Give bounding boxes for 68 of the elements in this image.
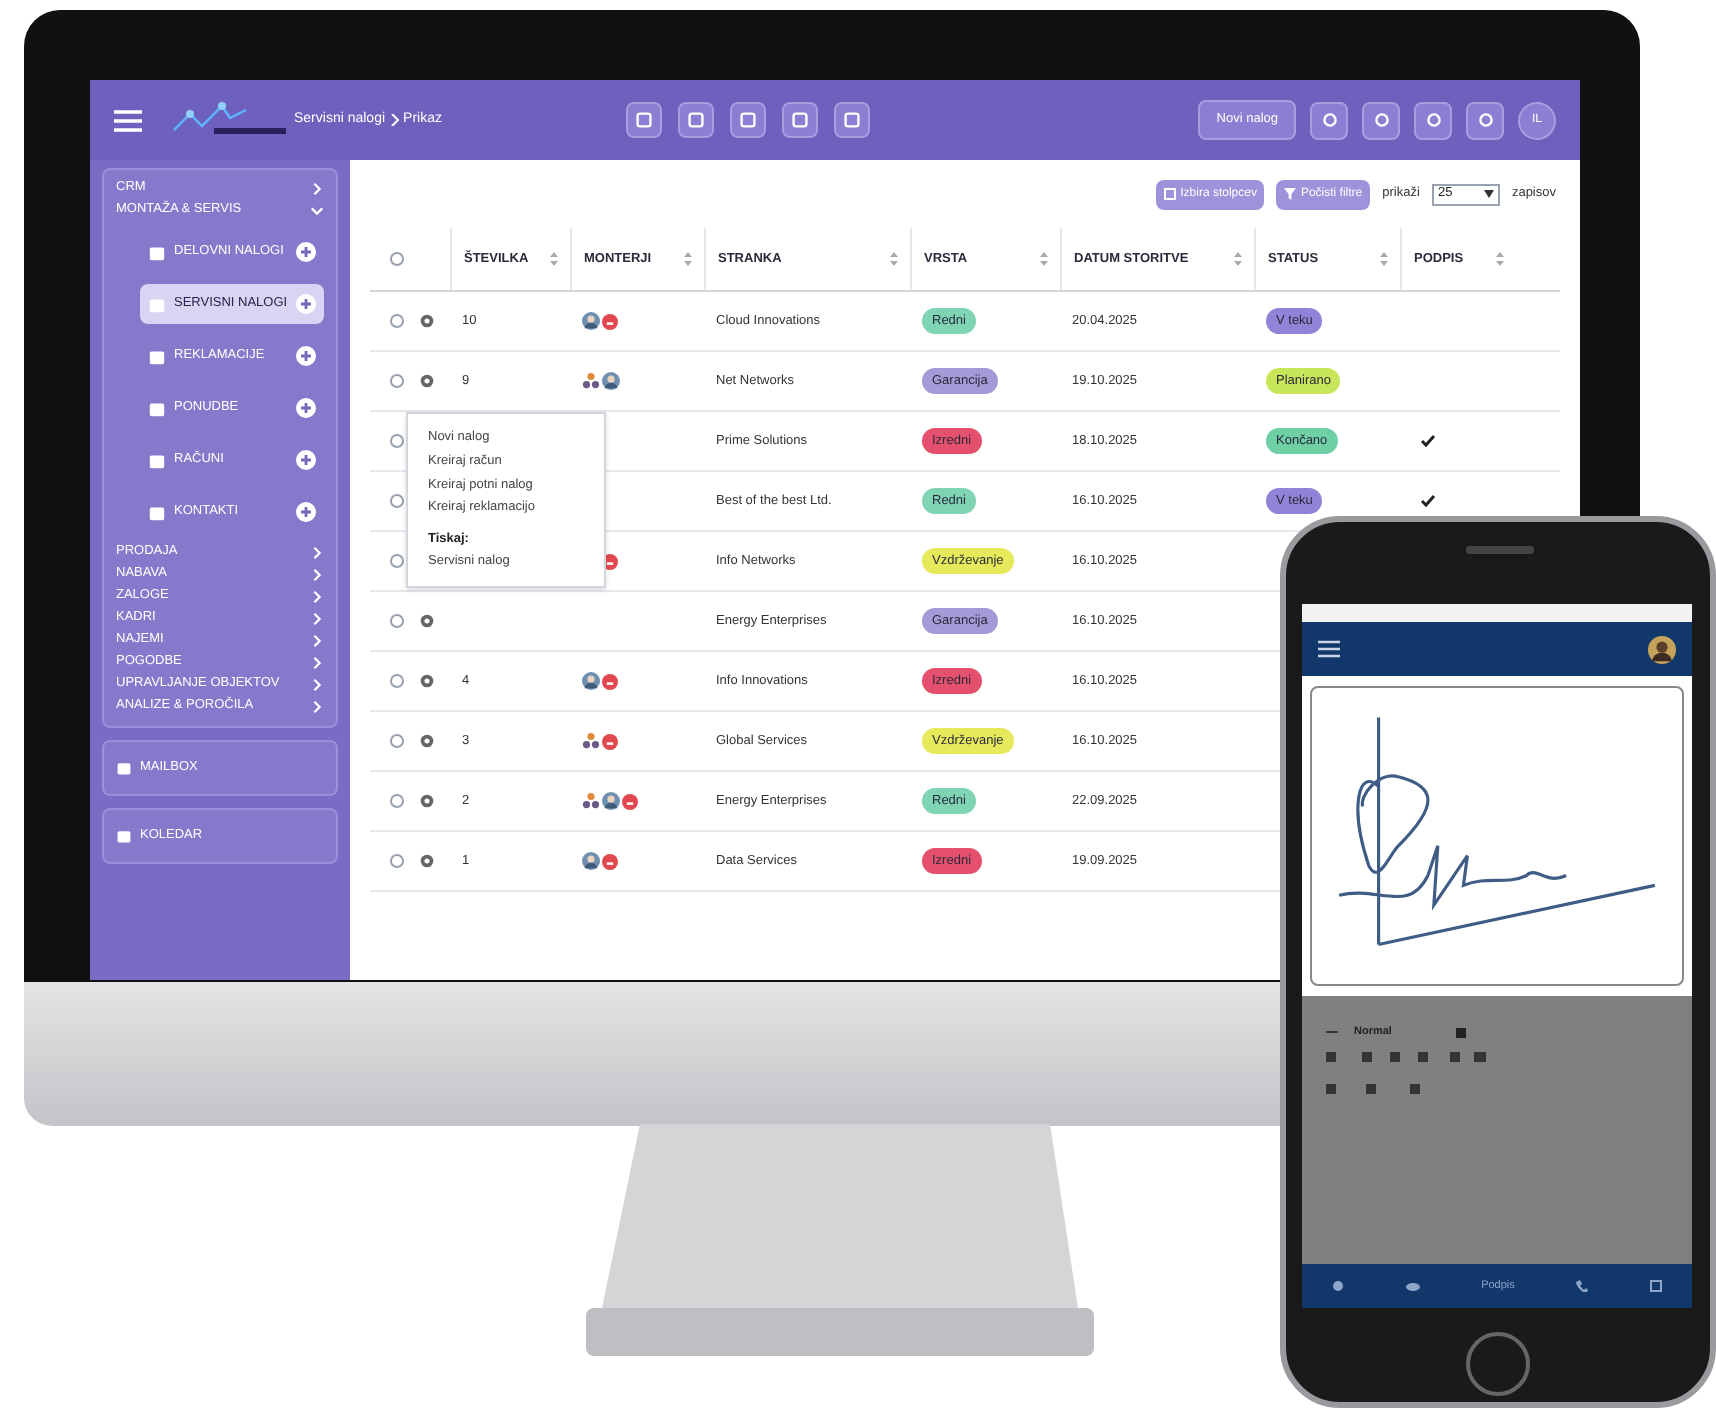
eye-icon[interactable] [1405,1281,1420,1291]
header-icon-button[interactable] [1466,101,1504,139]
chevron-right-icon [389,114,400,126]
people-icon [582,732,600,750]
sort-icon [1380,252,1388,266]
checkbox[interactable] [390,494,404,508]
avatar-icon[interactable] [1648,635,1676,663]
settings-icon[interactable] [420,734,434,748]
sort-icon [684,252,692,266]
sort-icon [890,252,898,266]
toolbar-button[interactable] [833,102,870,138]
header-icon-button[interactable] [1310,101,1348,139]
checkbox[interactable] [390,434,404,448]
checkbox[interactable] [390,252,404,266]
plus-icon[interactable] [296,398,316,418]
round-badge-icon [602,313,618,329]
settings-icon[interactable] [420,614,434,628]
avatar-icon [582,852,600,870]
caret-icon [1483,190,1494,198]
people-icon [582,372,600,390]
checkbox[interactable] [390,374,404,388]
menu-icon[interactable] [1318,640,1340,658]
plus-icon[interactable] [296,346,316,366]
phone-speaker [1466,546,1534,554]
header-icon-button[interactable] [1362,101,1400,139]
funnel-icon [1284,188,1297,200]
checkbox[interactable] [390,614,404,628]
settings-icon[interactable] [420,794,434,808]
sort-icon [1496,252,1504,266]
toolbar-button[interactable] [625,102,662,138]
checkbox[interactable] [390,794,404,808]
phone-icon[interactable] [1576,1280,1589,1292]
avatar-icon [602,372,620,390]
checkbox[interactable] [390,554,404,568]
round-badge-icon [602,853,618,869]
round-badge-icon [602,733,618,749]
settings-icon[interactable] [420,854,434,868]
people-icon [582,792,600,810]
plus-icon[interactable] [296,450,316,470]
settings-icon[interactable] [420,314,434,328]
sort-icon [1234,252,1242,266]
wrench-icon [148,295,166,313]
chevron-down-icon[interactable] [310,204,324,218]
toolbar-button[interactable] [677,102,714,138]
checkbox[interactable] [390,314,404,328]
sort-icon [550,252,558,266]
header-icon-button[interactable] [1414,101,1452,139]
toolbar-button[interactable] [781,102,818,138]
sort-icon [1040,252,1048,266]
settings-icon[interactable] [420,374,434,388]
plus-icon[interactable] [296,502,316,522]
checkbox[interactable] [390,734,404,748]
round-badge-icon [602,673,618,689]
settings-icon[interactable] [420,674,434,688]
grid-icon [1164,188,1177,200]
avatar-icon [602,792,620,810]
phone-home-button[interactable] [1466,1332,1530,1396]
grid-icon[interactable] [1649,1280,1662,1292]
avatar-icon [582,312,600,330]
checkbox[interactable] [390,854,404,868]
chevron-right-icon[interactable] [310,182,324,196]
avatar-icon [582,672,600,690]
plus-icon[interactable] [296,242,316,262]
plus-icon[interactable] [296,294,316,314]
checkbox[interactable] [390,674,404,688]
round-badge-icon [622,793,638,809]
home-icon[interactable] [1332,1280,1345,1292]
toolbar-button[interactable] [729,102,766,138]
